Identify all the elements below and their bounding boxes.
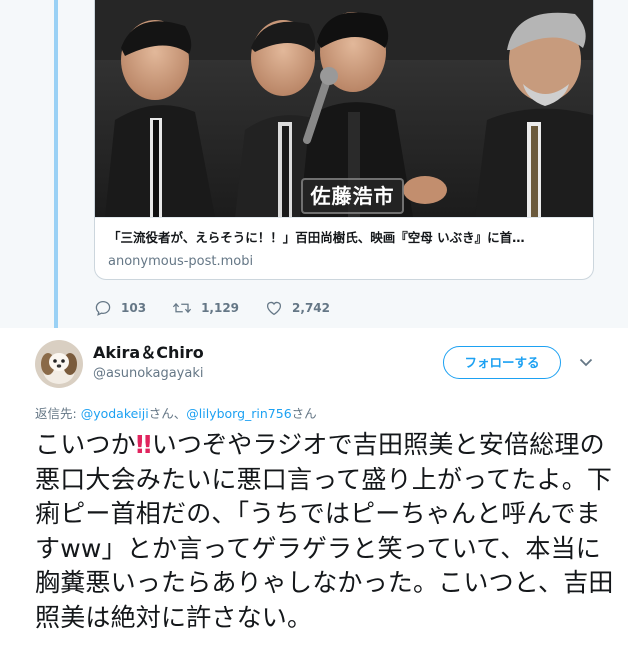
reply-user-link[interactable]: @lilyborg_rin756 xyxy=(186,406,291,421)
reply-separator: さん、 xyxy=(148,406,187,421)
image-caption: 佐藤浩市 xyxy=(301,178,404,214)
avatar[interactable] xyxy=(35,340,83,388)
like-action[interactable]: 2,742 xyxy=(265,299,330,317)
retweet-icon xyxy=(172,302,192,314)
like-count: 2,742 xyxy=(292,301,330,315)
card-body[interactable]: 「三流役者が、えらそうに！！」百田尚樹氏、映画『空母 いぶき』に首… anony… xyxy=(95,217,593,279)
double-exclamation-icon: ‼ xyxy=(135,430,152,459)
follow-button[interactable]: フォローする xyxy=(443,346,561,379)
retweet-action[interactable]: 1,129 xyxy=(172,299,239,317)
quoted-tweet-area: 佐藤浩市 「三流役者が、えらそうに！！」百田尚樹氏、映画『空母 いぶき』に首… … xyxy=(0,0,628,328)
tweet-actions: 103 1,129 2,742 xyxy=(94,296,356,320)
reply-prefix: 返信先: xyxy=(35,406,81,421)
thread-line xyxy=(54,0,58,328)
user-handle[interactable]: @asunokagayaki xyxy=(93,365,203,383)
chevron-down-icon[interactable] xyxy=(577,353,595,371)
reply-count: 103 xyxy=(121,301,147,315)
retweet-count: 1,129 xyxy=(201,301,240,315)
tweet-text-body: いつぞやラジオで吉田照美と安倍総理の悪口大会みたいに悪口言って盛り上がってたよ。… xyxy=(35,430,614,632)
card-image: 佐藤浩市 xyxy=(95,0,593,217)
reply-user-link[interactable]: @yodakeiji xyxy=(81,406,149,421)
reply-context: 返信先: @yodakeijiさん、@lilyborg_rin756さん xyxy=(35,405,317,423)
link-card[interactable]: 佐藤浩市 「三流役者が、えらそうに！！」百田尚樹氏、映画『空母 いぶき』に首… … xyxy=(94,0,594,280)
tweet-text: こいつか‼いつぞやラジオで吉田照美と安倍総理の悪口大会みたいに悪口言って盛り上が… xyxy=(35,428,615,635)
display-name[interactable]: Akira＆Chiro xyxy=(93,343,204,363)
reply-suffix: さん xyxy=(291,406,317,421)
card-domain: anonymous-post.mobi xyxy=(108,254,254,269)
reply-icon xyxy=(95,300,111,316)
reply-action[interactable]: 103 xyxy=(94,299,146,317)
tweet-text-start: こいつか xyxy=(35,430,136,459)
like-icon xyxy=(267,301,282,316)
card-title[interactable]: 「三流役者が、えらそうに！！」百田尚樹氏、映画『空母 いぶき』に首… xyxy=(108,230,580,246)
